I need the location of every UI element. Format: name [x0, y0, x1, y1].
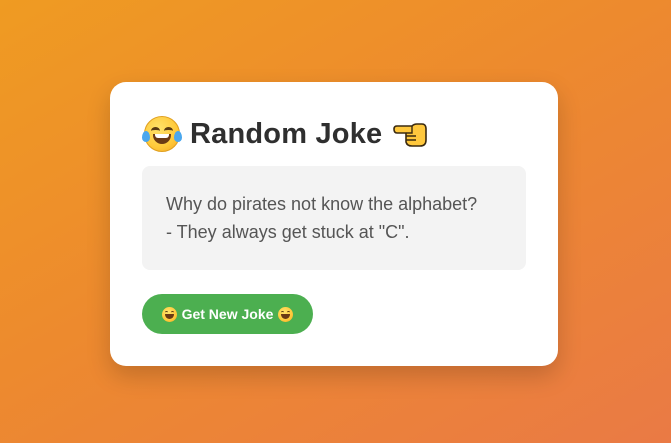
pointing-hand-icon — [392, 119, 428, 149]
joke-card: Random Joke Why do pirates not know the … — [110, 82, 558, 366]
grinning-face-icon — [161, 306, 177, 322]
page-title: Random Joke — [190, 117, 383, 150]
joke-text-box: Why do pirates not know the alphabet? - … — [142, 166, 526, 270]
get-new-joke-button[interactable]: Get New Joke — [142, 294, 313, 334]
joke-punchline: - They always get stuck at "C". — [166, 222, 410, 242]
laughing-face-icon — [142, 116, 182, 152]
grinning-face-icon — [278, 306, 294, 322]
button-label: Get New Joke — [181, 306, 274, 322]
card-header: Random Joke — [142, 112, 428, 156]
joke-setup: Why do pirates not know the alphabet? — [166, 194, 478, 214]
